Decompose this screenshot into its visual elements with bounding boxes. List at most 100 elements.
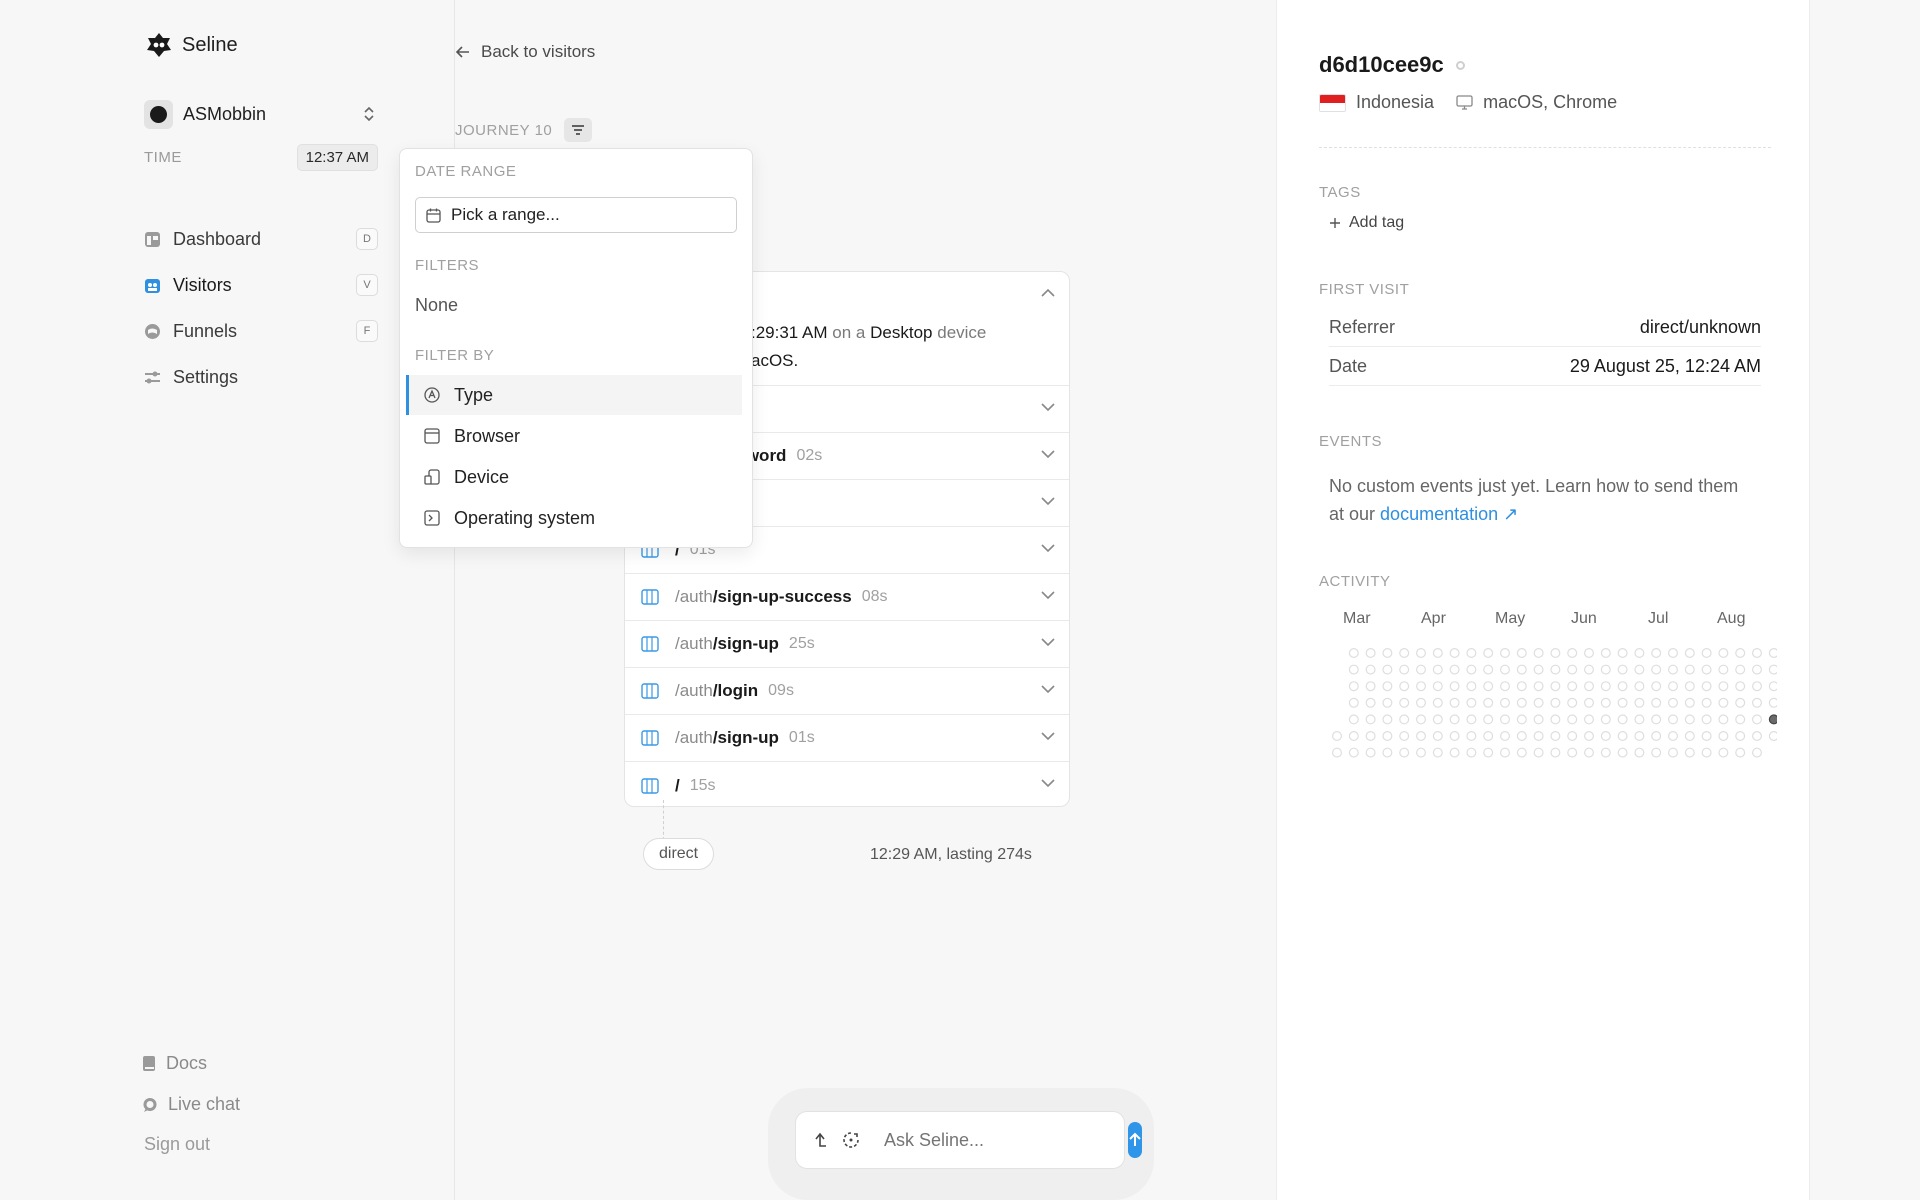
filter-by-device[interactable]: Device	[406, 457, 742, 497]
activity-day-cell[interactable]	[1718, 664, 1729, 675]
activity-day-cell[interactable]	[1466, 681, 1477, 692]
activity-day-cell[interactable]	[1701, 681, 1712, 692]
activity-day-cell[interactable]	[1500, 730, 1511, 741]
activity-day-cell[interactable]	[1348, 730, 1359, 741]
activity-day-cell[interactable]	[1483, 714, 1494, 725]
activity-day-cell[interactable]	[1500, 664, 1511, 675]
activity-day-cell[interactable]	[1584, 714, 1595, 725]
activity-day-cell[interactable]	[1382, 730, 1393, 741]
activity-day-cell[interactable]	[1718, 747, 1729, 758]
chevron-down-icon[interactable]	[1041, 403, 1055, 412]
activity-day-cell[interactable]	[1415, 681, 1426, 692]
activity-day-cell[interactable]	[1399, 664, 1410, 675]
chevron-down-icon[interactable]	[1041, 591, 1055, 600]
chevron-down-icon[interactable]	[1041, 779, 1055, 788]
activity-day-cell[interactable]	[1684, 697, 1695, 708]
activity-day-cell[interactable]	[1466, 714, 1477, 725]
activity-day-cell[interactable]	[1718, 730, 1729, 741]
activity-day-cell[interactable]	[1651, 730, 1662, 741]
activity-day-cell[interactable]	[1701, 747, 1712, 758]
activity-day-cell[interactable]	[1651, 647, 1662, 659]
filter-button[interactable]	[564, 118, 593, 142]
chevron-down-icon[interactable]	[1041, 732, 1055, 741]
send-button[interactable]	[1128, 1122, 1142, 1158]
org-switcher[interactable]: ASMobbin	[144, 99, 376, 129]
activity-day-cell[interactable]	[1701, 714, 1712, 725]
docs-link[interactable]: Docs	[142, 1043, 240, 1084]
activity-day-cell[interactable]	[1348, 664, 1359, 675]
activity-day-cell[interactable]	[1483, 730, 1494, 741]
activity-day-cell[interactable]	[1533, 647, 1544, 659]
activity-day-cell[interactable]	[1567, 647, 1578, 659]
chevron-up-icon[interactable]	[1041, 288, 1055, 297]
activity-day-cell[interactable]	[1415, 747, 1426, 758]
activity-day-cell[interactable]	[1768, 648, 1777, 658]
activity-day-cell[interactable]	[1584, 747, 1595, 758]
activity-day-cell[interactable]	[1466, 747, 1477, 758]
activity-day-cell[interactable]	[1752, 697, 1763, 708]
activity-day-cell[interactable]	[1449, 730, 1460, 741]
ask-input[interactable]	[884, 1129, 1116, 1151]
activity-day-cell[interactable]	[1600, 697, 1611, 708]
activity-day-cell[interactable]	[1735, 714, 1746, 725]
activity-day-cell[interactable]	[1415, 647, 1426, 659]
activity-day-cell[interactable]	[1449, 681, 1460, 692]
activity-day-cell[interactable]	[1432, 647, 1443, 659]
activity-day-cell[interactable]	[1651, 664, 1662, 675]
activity-day-cell[interactable]	[1735, 681, 1746, 692]
activity-day-cell[interactable]	[1634, 647, 1645, 659]
activity-day-cell[interactable]	[1331, 747, 1343, 758]
activity-day-cell[interactable]	[1415, 714, 1426, 725]
activity-day-cell[interactable]	[1718, 714, 1729, 725]
chevron-down-icon[interactable]	[1041, 638, 1055, 647]
activity-day-cell[interactable]	[1718, 681, 1729, 692]
activity-day-cell[interactable]	[1365, 747, 1376, 758]
activity-day-cell[interactable]	[1415, 730, 1426, 741]
activity-day-cell[interactable]	[1533, 730, 1544, 741]
activity-day-cell[interactable]	[1768, 664, 1777, 675]
activity-day-cell[interactable]	[1365, 697, 1376, 708]
activity-day-cell[interactable]	[1382, 647, 1393, 659]
sidebar-item-funnels[interactable]: Funnels F	[144, 308, 378, 354]
table-row[interactable]: /auth/sign-up 25s	[625, 621, 1069, 668]
activity-day-cell[interactable]	[1348, 681, 1359, 692]
activity-day-cell[interactable]	[1600, 730, 1611, 741]
activity-day-cell[interactable]	[1550, 647, 1561, 659]
activity-day-cell[interactable]	[1432, 714, 1443, 725]
activity-day-cell[interactable]	[1483, 697, 1494, 708]
activity-day-cell[interactable]	[1584, 681, 1595, 692]
activity-day-cell[interactable]	[1533, 697, 1544, 708]
activity-day-cell[interactable]	[1668, 647, 1679, 659]
activity-day-cell[interactable]	[1735, 664, 1746, 675]
activity-day-cell[interactable]	[1600, 747, 1611, 758]
activity-day-cell[interactable]	[1684, 747, 1695, 758]
activity-day-cell[interactable]	[1617, 681, 1628, 692]
activity-day-cell[interactable]	[1617, 730, 1628, 741]
activity-day-cell[interactable]	[1668, 697, 1679, 708]
sparkle-refresh-icon[interactable]	[842, 1131, 860, 1149]
table-row[interactable]: /auth/login 09s	[625, 668, 1069, 715]
activity-day-cell[interactable]	[1466, 730, 1477, 741]
activity-day-cell[interactable]	[1735, 730, 1746, 741]
activity-day-cell[interactable]	[1449, 747, 1460, 758]
activity-day-cell[interactable]	[1600, 681, 1611, 692]
activity-day-cell[interactable]	[1584, 664, 1595, 675]
activity-day-cell[interactable]	[1617, 747, 1628, 758]
activity-day-cell[interactable]	[1668, 714, 1679, 725]
activity-day-cell[interactable]	[1684, 714, 1695, 725]
activity-day-cell[interactable]	[1466, 647, 1477, 659]
activity-day-cell[interactable]	[1701, 697, 1712, 708]
sidebar-item-visitors[interactable]: Visitors V	[144, 262, 378, 308]
activity-day-cell[interactable]	[1466, 664, 1477, 675]
undo-arrow-icon[interactable]	[812, 1131, 830, 1149]
activity-day-cell[interactable]	[1684, 730, 1695, 741]
activity-day-cell[interactable]	[1567, 697, 1578, 708]
activity-day-cell[interactable]	[1348, 697, 1359, 708]
activity-day-cell[interactable]	[1768, 714, 1777, 725]
activity-day-cell[interactable]	[1399, 747, 1410, 758]
activity-day-cell[interactable]	[1432, 697, 1443, 708]
add-tag-button[interactable]: Add tag	[1329, 214, 1404, 232]
activity-day-cell[interactable]	[1634, 664, 1645, 675]
activity-day-cell[interactable]	[1516, 714, 1527, 725]
activity-day-cell[interactable]	[1533, 747, 1544, 758]
